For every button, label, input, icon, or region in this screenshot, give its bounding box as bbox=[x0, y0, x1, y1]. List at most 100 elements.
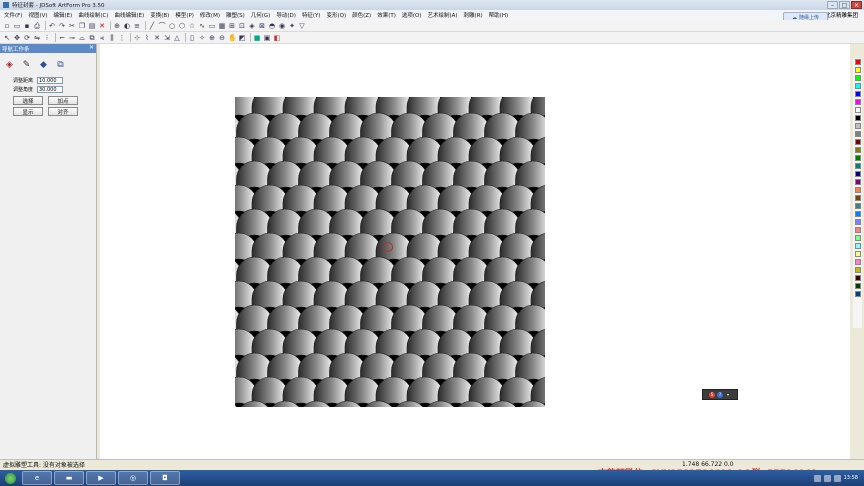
arc-icon[interactable]: ⌒ bbox=[158, 22, 166, 30]
menu-curve-draw[interactable]: 曲线绘制(C) bbox=[78, 11, 108, 19]
menu-view[interactable]: 视图(V) bbox=[28, 11, 47, 19]
menu-effect[interactable]: 效果(T) bbox=[377, 11, 396, 19]
color-swatch[interactable] bbox=[854, 139, 861, 145]
taskbar-media[interactable]: ▶ bbox=[86, 471, 116, 485]
tray-icon[interactable] bbox=[833, 474, 841, 482]
shade-icon[interactable]: ◐ bbox=[123, 22, 131, 30]
save-icon[interactable]: ▪ bbox=[23, 22, 31, 30]
taskbar-ie[interactable]: e bbox=[22, 471, 52, 485]
color-swatch[interactable] bbox=[854, 243, 861, 249]
zoom-in-icon[interactable]: ⊕ bbox=[208, 34, 216, 42]
color-swatch[interactable] bbox=[854, 123, 861, 129]
align-center-icon[interactable]: ⫼ bbox=[108, 34, 116, 42]
circle-icon[interactable]: ○ bbox=[168, 22, 176, 30]
layer-panel-icon[interactable]: ▣ bbox=[263, 34, 271, 42]
color-swatch[interactable] bbox=[854, 235, 861, 241]
align-icon[interactable]: ⧉ bbox=[55, 59, 66, 70]
copy-icon[interactable]: ❐ bbox=[78, 22, 86, 30]
zoom-icon[interactable]: ⊕ bbox=[113, 22, 121, 30]
rect-icon[interactable]: ▭ bbox=[208, 22, 216, 30]
relief-render[interactable] bbox=[235, 97, 545, 407]
bezier-icon[interactable]: ⌇ bbox=[143, 34, 151, 42]
surface-icon[interactable]: ◓ bbox=[268, 22, 276, 30]
mirror-icon[interactable]: ⇋ bbox=[33, 34, 41, 42]
edit-envelope-icon[interactable]: ✎ bbox=[21, 59, 32, 70]
light-icon[interactable]: ✦ bbox=[288, 22, 296, 30]
close-button[interactable]: × bbox=[851, 1, 862, 9]
snap-icon[interactable]: ⊡ bbox=[238, 22, 246, 30]
color-swatch[interactable] bbox=[854, 91, 861, 97]
menu-sculpt[interactable]: 雕塑(S) bbox=[226, 11, 245, 19]
print-icon[interactable]: ⎙ bbox=[33, 22, 41, 30]
menu-model[interactable]: 模型(P) bbox=[175, 11, 194, 19]
new-icon[interactable]: ▫ bbox=[3, 22, 11, 30]
color-swatch[interactable] bbox=[854, 259, 861, 265]
add-point-button[interactable]: 加点 bbox=[48, 96, 78, 105]
clock[interactable]: 13:58 bbox=[844, 475, 858, 481]
bulb-icon[interactable]: ✧ bbox=[198, 34, 206, 42]
menu-guide[interactable]: 导动(D) bbox=[276, 11, 296, 19]
color-swatch[interactable] bbox=[854, 227, 861, 233]
move-icon[interactable]: ✥ bbox=[13, 34, 21, 42]
sculpt-icon[interactable]: ◈ bbox=[248, 22, 256, 30]
color-swatch[interactable] bbox=[854, 179, 861, 185]
taskbar-jdsoft[interactable]: ◘ bbox=[150, 471, 180, 485]
star-icon[interactable]: ☆ bbox=[188, 22, 196, 30]
fit-icon[interactable]: ◆ bbox=[38, 59, 49, 70]
minimize-button[interactable]: – bbox=[827, 1, 838, 9]
zoom-out-icon[interactable]: ⊖ bbox=[218, 34, 226, 42]
color-swatch[interactable] bbox=[854, 59, 861, 65]
display-button[interactable]: 显示 bbox=[13, 107, 43, 116]
view-icon[interactable]: ◩ bbox=[238, 34, 246, 42]
color-swatch[interactable] bbox=[854, 283, 861, 289]
menu-modify[interactable]: 修改(M) bbox=[200, 11, 220, 19]
grid-icon[interactable]: ▦ bbox=[218, 22, 226, 30]
layer-icon[interactable]: ≡ bbox=[133, 22, 141, 30]
cross-icon[interactable]: ✕ bbox=[153, 34, 161, 42]
menu-color[interactable]: 颜色(Z) bbox=[352, 11, 371, 19]
open-icon[interactable]: ▭ bbox=[13, 22, 21, 30]
color-swatch[interactable] bbox=[854, 275, 861, 281]
menu-edit[interactable]: 编辑(E) bbox=[54, 11, 73, 19]
color-swatch[interactable] bbox=[854, 291, 861, 297]
polygon-icon[interactable]: ⬡ bbox=[178, 22, 186, 30]
color-swatch[interactable] bbox=[854, 115, 861, 121]
delete-icon[interactable]: ✕ bbox=[98, 22, 106, 30]
color-swatch[interactable] bbox=[854, 99, 861, 105]
line-icon[interactable]: ╱ bbox=[148, 22, 156, 30]
menu-file[interactable]: 文件(F) bbox=[4, 11, 22, 19]
spline-icon[interactable]: ∿ bbox=[198, 22, 206, 30]
color-swatch[interactable] bbox=[854, 195, 861, 201]
color-swatch[interactable] bbox=[854, 211, 861, 217]
scale-icon[interactable]: ⇲ bbox=[163, 34, 171, 42]
tray-icon[interactable] bbox=[823, 474, 831, 482]
offset-icon[interactable]: ⧉ bbox=[88, 34, 96, 42]
taskbar-folder[interactable]: ▬ bbox=[54, 471, 84, 485]
extend-icon[interactable]: ⊸ bbox=[68, 34, 76, 42]
menu-geometry[interactable]: 几何(G) bbox=[251, 11, 271, 19]
color-swatch[interactable] bbox=[854, 107, 861, 113]
select-icon[interactable]: ↖ bbox=[3, 34, 11, 42]
color-swatch[interactable] bbox=[854, 267, 861, 273]
distance-input[interactable] bbox=[37, 77, 63, 84]
input-method-icon[interactable]: S bbox=[709, 391, 715, 398]
angle-input[interactable] bbox=[37, 86, 63, 93]
pan-icon[interactable]: ✋ bbox=[228, 34, 237, 42]
menu-art-draw[interactable]: 艺术绘制(A) bbox=[427, 11, 457, 19]
color-swatch[interactable] bbox=[854, 131, 861, 137]
fillet-icon[interactable]: ⌓ bbox=[78, 34, 86, 42]
color-swatch[interactable] bbox=[854, 67, 861, 73]
measure-icon[interactable]: ⊞ bbox=[228, 22, 236, 30]
color-swatch[interactable] bbox=[854, 251, 861, 257]
menu-help[interactable]: 帮助(H) bbox=[489, 11, 508, 19]
menu-transform[interactable]: 变换(B) bbox=[150, 11, 169, 19]
floating-toolbar[interactable]: S ? ▾ bbox=[702, 389, 738, 400]
color-swatch[interactable] bbox=[854, 219, 861, 225]
color-swatch[interactable] bbox=[854, 171, 861, 177]
node-icon[interactable]: ⊹ bbox=[133, 34, 141, 42]
color-swatch[interactable] bbox=[854, 75, 861, 81]
color-swatch[interactable] bbox=[854, 147, 861, 153]
array-icon[interactable]: ⁝ bbox=[43, 34, 51, 42]
menu-options[interactable]: 选项(O) bbox=[402, 11, 422, 19]
tray-icon[interactable] bbox=[813, 474, 821, 482]
